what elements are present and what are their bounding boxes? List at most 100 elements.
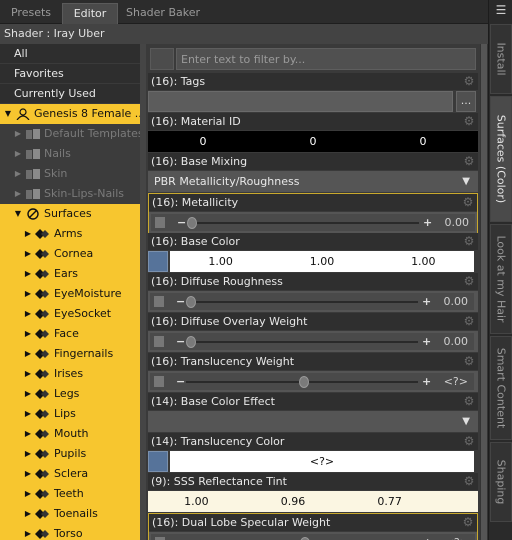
gear-icon[interactable]: ⚙ [462,354,476,368]
value-r[interactable]: 0 [148,131,258,152]
collapsed-arrow-icon[interactable]: ▶ [23,424,33,444]
diffuse-overlay-weight-slider[interactable]: − +0.00 [148,331,478,352]
tree-item-disabled[interactable]: ▶ Skin [0,164,140,184]
tree-item-surface[interactable]: ▶ Toenails [0,504,140,524]
tree-item-surfaces[interactable]: ▼ Surfaces [0,204,140,224]
slider-knob[interactable] [186,296,196,308]
collapsed-arrow-icon[interactable]: ▶ [23,324,33,344]
value-g[interactable]: 1.00 [271,251,372,272]
plus-icon[interactable]: + [423,214,432,231]
gear-icon[interactable]: ⚙ [462,314,476,328]
tree-item-currently-used[interactable]: Currently Used [0,84,140,104]
material-id-values[interactable]: 0 0 0 [148,131,478,152]
value-r[interactable]: 1.00 [148,491,245,512]
tree-item-surface[interactable]: ▶ Teeth [0,484,140,504]
value-g[interactable]: 0 [258,131,368,152]
tree-item-disabled[interactable]: ▶ Skin-Lips-Nails [0,184,140,204]
slider-value[interactable]: <?> [444,373,468,390]
collapsed-arrow-icon[interactable]: ▶ [23,264,33,284]
collapsed-arrow-icon[interactable]: ▶ [13,164,23,184]
tags-field[interactable] [148,91,453,112]
value-b[interactable]: 0 [368,131,478,152]
tree-item-surface[interactable]: ▶ EyeMoisture [0,284,140,304]
slider-menu-icon[interactable] [155,217,165,228]
collapsed-arrow-icon[interactable]: ▶ [23,504,33,524]
base-mixing-dropdown[interactable]: PBR Metallicity/Roughness ▼ [148,171,478,192]
tree-item-surface[interactable]: ▶ Irises [0,364,140,384]
slider-menu-icon[interactable] [154,376,164,387]
slider-knob[interactable] [299,376,309,388]
sss-reflectance-tint-values[interactable]: 1.00 0.96 0.77 [148,491,478,512]
value-g[interactable]: 0.96 [245,491,342,512]
collapsed-arrow-icon[interactable]: ▶ [23,524,33,540]
gear-icon[interactable]: ⚙ [461,195,475,209]
collapsed-arrow-icon[interactable]: ▶ [23,384,33,404]
collapsed-arrow-icon[interactable]: ▶ [23,404,33,424]
minus-icon[interactable]: − [177,534,186,540]
expanded-arrow-icon[interactable]: ▼ [13,204,23,224]
slider-menu-icon[interactable] [154,336,164,347]
gear-icon[interactable]: ⚙ [462,114,476,128]
collapsed-arrow-icon[interactable]: ▶ [23,284,33,304]
side-tab-install[interactable]: Install [490,24,512,94]
plus-icon[interactable]: + [422,373,431,390]
mixed-value[interactable]: <?> [170,451,474,472]
gear-icon[interactable]: ⚙ [462,274,476,288]
plus-icon[interactable]: + [422,333,431,350]
value-b[interactable]: 1.00 [373,251,474,272]
slider-knob[interactable] [186,336,196,348]
tree-item-surface[interactable]: ▶ Fingernails [0,344,140,364]
collapsed-arrow-icon[interactable]: ▶ [23,484,33,504]
dual-lobe-specular-weight-slider[interactable]: − + <?> [149,532,477,540]
minus-icon[interactable]: − [177,214,186,231]
tree-item-figure[interactable]: ▼ Genesis 8 Female ... [0,104,140,124]
minus-icon[interactable]: − [176,293,185,310]
gear-icon[interactable]: ⚙ [462,434,476,448]
tree-item-surface[interactable]: ▶ EyeSocket [0,304,140,324]
side-tab-surfaces[interactable]: Surfaces (Color) [490,96,512,222]
collapsed-arrow-icon[interactable]: ▶ [13,124,23,144]
slider-value[interactable]: 0.00 [444,333,469,350]
tree-item-surface[interactable]: ▶ Lips [0,404,140,424]
tree-item-disabled[interactable]: ▶ Nails [0,144,140,164]
minus-icon[interactable]: − [176,333,185,350]
collapsed-arrow-icon[interactable]: ▶ [23,364,33,384]
tree-item-all[interactable]: All [0,44,140,64]
value-r[interactable]: 1.00 [170,251,271,272]
collapsed-arrow-icon[interactable]: ▶ [23,304,33,324]
side-tab-shaping[interactable]: Shaping [490,442,512,522]
tab-shader-baker[interactable]: Shader Baker [120,3,206,24]
slider-menu-icon[interactable] [154,296,164,307]
minus-icon[interactable]: − [176,373,185,390]
expanded-arrow-icon[interactable]: ▼ [3,104,13,124]
tree-item-favorites[interactable]: Favorites [0,64,140,84]
color-swatch[interactable] [148,451,168,472]
gear-icon[interactable]: ⚙ [462,74,476,88]
side-tab-smart-content[interactable]: Smart Content [490,336,512,440]
collapsed-arrow-icon[interactable]: ▶ [23,244,33,264]
slider-value[interactable]: 0.00 [445,214,470,231]
value-b[interactable]: 0.77 [341,491,438,512]
gear-icon[interactable]: ⚙ [462,154,476,168]
tab-presets[interactable]: Presets [2,3,60,24]
gear-icon[interactable]: ⚙ [462,394,476,408]
collapsed-arrow-icon[interactable]: ▶ [23,224,33,244]
tree-item-surface[interactable]: ▶ Mouth [0,424,140,444]
collapsed-arrow-icon[interactable]: ▶ [13,184,23,204]
base-color-values[interactable]: 1.00 1.00 1.00 [170,251,474,272]
filter-menu-icon[interactable] [150,48,174,70]
diffuse-roughness-slider[interactable]: − +0.00 [148,291,478,312]
side-tab-look-at-my-hair[interactable]: Look at my Hair [490,224,512,334]
tree-item-surface[interactable]: ▶ Cornea [0,244,140,264]
slider-value[interactable]: <?> [445,534,469,540]
tree-item-surface[interactable]: ▶ Sclera [0,464,140,484]
vertical-scrollbar[interactable] [480,44,488,540]
plus-icon[interactable]: + [423,534,432,540]
tree-item-surface[interactable]: ▶ Ears [0,264,140,284]
slider-knob[interactable] [187,217,197,229]
collapsed-arrow-icon[interactable]: ▶ [23,344,33,364]
gear-icon[interactable]: ⚙ [462,474,476,488]
tree-item-surface[interactable]: ▶ Torso [0,524,140,540]
filter-input[interactable] [176,48,476,70]
base-color-effect-dropdown[interactable]: ▼ [148,411,478,432]
